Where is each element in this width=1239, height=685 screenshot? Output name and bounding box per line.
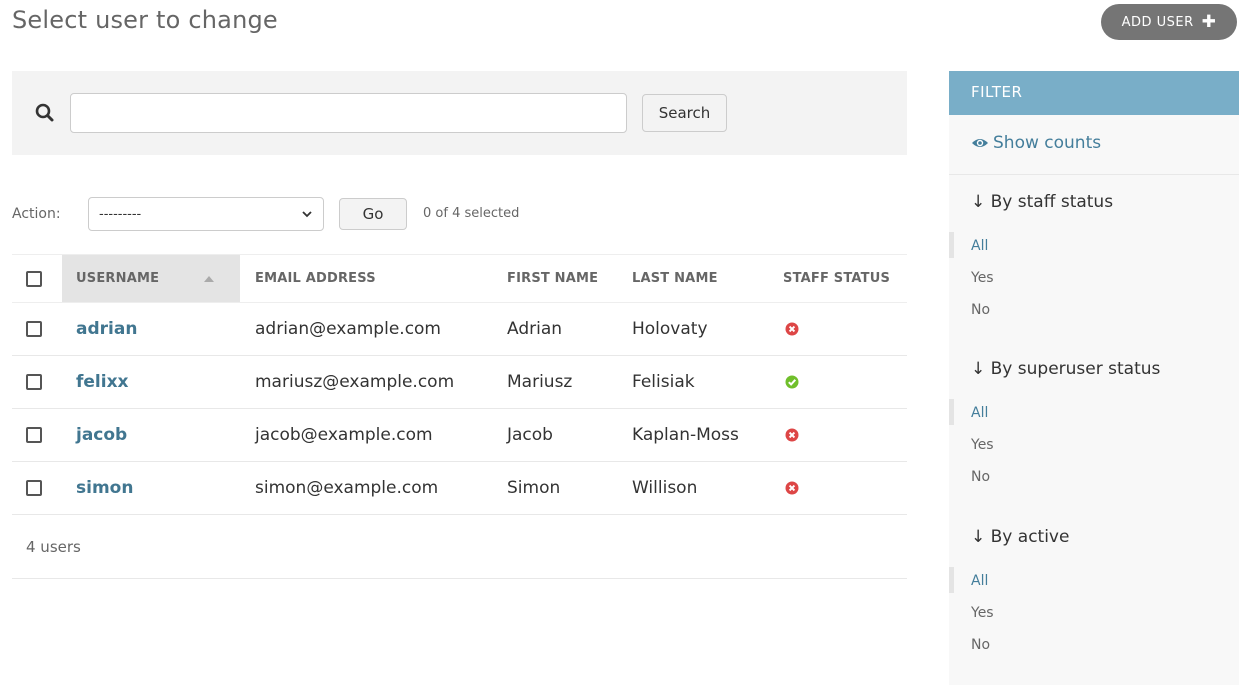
filter-group-title: ↓ By superuser status xyxy=(971,359,1161,379)
table-header-row: USERNAME EMAIL ADDRESS FIRST NAME LAST N… xyxy=(12,254,907,303)
select-all-cell xyxy=(12,254,62,303)
last-name-cell: Felisiak xyxy=(617,355,768,409)
action-select[interactable]: --------- xyxy=(88,197,324,231)
username-link[interactable]: felixx xyxy=(76,372,129,392)
username-cell: jacob xyxy=(62,408,240,462)
selection-count: 0 of 4 selected xyxy=(423,206,520,221)
row-select-cell xyxy=(12,355,62,409)
page-title: Select user to change xyxy=(12,6,278,34)
username-link[interactable]: adrian xyxy=(76,319,137,339)
search-panel: Search xyxy=(12,71,907,155)
staff-status-cell xyxy=(768,302,907,356)
filter-option[interactable]: All xyxy=(949,399,1239,437)
filter-options: All Yes No xyxy=(949,232,1239,334)
username-link[interactable]: jacob xyxy=(76,425,127,445)
search-button[interactable]: Search xyxy=(642,94,727,132)
filter-option[interactable]: All xyxy=(949,567,1239,605)
results-table: USERNAME EMAIL ADDRESS FIRST NAME LAST N… xyxy=(12,254,907,515)
row-select-cell xyxy=(12,461,62,515)
plus-icon: ✚ xyxy=(1201,11,1217,32)
x-circle-icon xyxy=(785,322,799,336)
eye-icon xyxy=(972,139,988,147)
results-table-wrapper: USERNAME EMAIL ADDRESS FIRST NAME LAST N… xyxy=(12,254,907,515)
table-row: simon simon@example.com Simon Willison xyxy=(12,461,907,515)
first-name-cell: Simon xyxy=(492,461,617,515)
action-bar: Action: --------- Go 0 of 4 selected xyxy=(12,197,519,231)
column-header-staff-status[interactable]: STAFF STATUS xyxy=(768,254,907,303)
email-cell: simon@example.com xyxy=(240,461,492,515)
filter-option[interactable]: No xyxy=(949,302,1239,334)
column-label-username: USERNAME xyxy=(76,271,160,286)
check-circle-icon xyxy=(785,375,799,389)
table-row: jacob jacob@example.com Jacob Kaplan-Moss xyxy=(12,408,907,462)
filter-group: ↓ By staff status All Yes No xyxy=(949,192,1239,334)
last-name-cell: Willison xyxy=(617,461,768,515)
username-link[interactable]: simon xyxy=(76,478,133,498)
filter-group-title: ↓ By active xyxy=(971,527,1070,547)
email-cell: adrian@example.com xyxy=(240,302,492,356)
row-checkbox[interactable] xyxy=(26,374,42,390)
filter-option[interactable]: No xyxy=(949,637,1239,669)
first-name-cell: Adrian xyxy=(492,302,617,356)
staff-status-cell xyxy=(768,408,907,462)
result-count: 4 users xyxy=(12,517,907,579)
filter-option[interactable]: All xyxy=(949,232,1239,270)
staff-status-cell xyxy=(768,355,907,409)
row-checkbox[interactable] xyxy=(26,480,42,496)
filter-option[interactable]: No xyxy=(949,469,1239,501)
filter-option[interactable]: Yes xyxy=(949,437,1239,469)
filter-group: ↓ By superuser status All Yes No xyxy=(949,359,1239,501)
column-header-last-name[interactable]: LAST NAME xyxy=(617,254,768,303)
x-circle-icon xyxy=(785,481,799,495)
column-header-email[interactable]: EMAIL ADDRESS xyxy=(240,254,492,303)
chevron-down-icon xyxy=(302,211,312,218)
column-header-username[interactable]: USERNAME xyxy=(62,254,240,303)
search-icon xyxy=(35,103,54,122)
username-cell: adrian xyxy=(62,302,240,356)
add-user-label: ADD USER xyxy=(1121,14,1194,30)
row-checkbox[interactable] xyxy=(26,321,42,337)
username-cell: simon xyxy=(62,461,240,515)
first-name-cell: Jacob xyxy=(492,408,617,462)
last-name-cell: Holovaty xyxy=(617,302,768,356)
filter-header: FILTER xyxy=(949,71,1239,115)
column-header-first-name[interactable]: FIRST NAME xyxy=(492,254,617,303)
sort-ascending-icon[interactable] xyxy=(203,275,214,282)
row-select-cell xyxy=(12,302,62,356)
table-row: adrian adrian@example.com Adrian Holovaty xyxy=(12,302,907,356)
first-name-cell: Mariusz xyxy=(492,355,617,409)
action-select-value: --------- xyxy=(99,206,142,222)
x-circle-icon xyxy=(785,428,799,442)
go-button[interactable]: Go xyxy=(339,198,407,230)
filter-options: All Yes No xyxy=(949,399,1239,501)
show-counts-link[interactable]: Show counts xyxy=(949,115,1239,175)
filter-sidebar: FILTER Show counts ↓ By staff status All Y… xyxy=(949,71,1239,685)
filter-option[interactable]: Yes xyxy=(949,270,1239,302)
username-cell: felixx xyxy=(62,355,240,409)
filter-group-title: ↓ By staff status xyxy=(971,192,1114,212)
email-cell: mariusz@example.com xyxy=(240,355,492,409)
staff-status-cell xyxy=(768,461,907,515)
filter-options: All Yes No xyxy=(949,567,1239,669)
show-counts-label: Show counts xyxy=(993,133,1102,153)
table-row: felixx mariusz@example.com Mariusz Felisiak xyxy=(12,355,907,409)
action-label: Action: xyxy=(12,206,61,222)
add-user-button[interactable]: ADD USER ✚ xyxy=(1101,4,1237,40)
row-select-cell xyxy=(12,408,62,462)
select-all-checkbox[interactable] xyxy=(26,270,42,287)
row-checkbox[interactable] xyxy=(26,427,42,443)
filter-group: ↓ By active All Yes No xyxy=(949,527,1239,669)
last-name-cell: Kaplan-Moss xyxy=(617,408,768,462)
search-input[interactable] xyxy=(70,93,627,133)
filter-option[interactable]: Yes xyxy=(949,605,1239,637)
email-cell: jacob@example.com xyxy=(240,408,492,462)
